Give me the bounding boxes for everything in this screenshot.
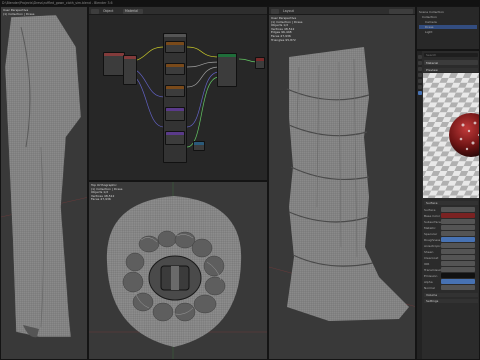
surface-header[interactable]: Surface (424, 201, 478, 205)
prop-value[interactable] (441, 207, 475, 212)
outliner-row[interactable]: Collection (419, 15, 477, 19)
prop-row[interactable]: Subsurface (424, 219, 475, 224)
prop-value[interactable] (441, 231, 475, 236)
preview-header[interactable]: Preview (424, 68, 478, 72)
preview-header-label: Preview (426, 68, 438, 73)
prop-row[interactable]: Anisotropic (424, 243, 475, 248)
tab-modifiers[interactable] (417, 79, 422, 83)
prop-value[interactable] (441, 219, 475, 224)
prop-value[interactable] (441, 225, 475, 230)
prop-label: Subsurface (424, 219, 441, 224)
color-ramp-node-2[interactable] (165, 63, 185, 75)
color-ramp-node-3[interactable] (165, 85, 185, 97)
prop-row[interactable]: Roughness (424, 237, 475, 242)
prop-label: Emission (424, 273, 438, 278)
prop-label: Alpha (424, 279, 433, 284)
small-math-node[interactable] (193, 141, 205, 151)
prop-label: Metallic (424, 225, 436, 230)
prop-value[interactable] (441, 279, 475, 284)
material-slot-bar[interactable]: Material (424, 60, 478, 65)
prop-row[interactable]: Base Color (424, 213, 475, 218)
window-title: D:\Blender\Projects\Dress\ruffled_gown_c… (2, 0, 113, 5)
tab-output[interactable] (417, 67, 422, 71)
prop-label: Surface (424, 207, 436, 212)
dress-side-mesh (269, 47, 415, 321)
prop-row[interactable]: Surface (424, 207, 475, 212)
material-preview (423, 73, 479, 198)
properties-search-placeholder: Search (426, 53, 437, 58)
settings-header[interactable]: Settings (424, 299, 478, 303)
prop-label: Base Color (424, 213, 441, 218)
tab-tool[interactable] (417, 55, 422, 59)
tab-physics[interactable] (417, 85, 422, 89)
dress-front-mesh (1, 14, 87, 338)
prop-label: IOR (424, 261, 430, 266)
tab-render[interactable] (417, 61, 422, 65)
prop-row[interactable]: Alpha (424, 279, 475, 284)
prop-row[interactable]: Clearcoat (424, 255, 475, 260)
prop-label: Anisotropic (424, 243, 441, 248)
shader-editor[interactable]: Object Material (88, 6, 268, 181)
principled-bsdf-node[interactable] (217, 53, 237, 87)
outliner-row[interactable]: Light (419, 30, 477, 34)
prop-row[interactable]: Normal (424, 285, 475, 290)
settings-header-label: Settings (426, 299, 439, 304)
prop-value[interactable] (441, 261, 475, 266)
texture-coordinate-node[interactable] (103, 52, 125, 76)
properties-editor[interactable]: Search Material Preview Surface Surface … (416, 50, 480, 360)
color-ramp-node-1[interactable] (165, 41, 185, 53)
bump-node[interactable] (165, 107, 185, 121)
material-slot-bar-label: Material (426, 60, 439, 65)
prop-value[interactable] (441, 213, 475, 218)
prop-label: Roughness (424, 237, 441, 242)
prop-row[interactable]: Sheen (424, 249, 475, 254)
volume-header-label: Volume (426, 293, 438, 298)
prop-value[interactable] (441, 249, 475, 254)
prop-row[interactable]: Specular (424, 231, 475, 236)
properties-search[interactable]: Search (424, 53, 478, 57)
normal-map-node[interactable] (165, 131, 185, 145)
surface-header-label: Surface (426, 201, 438, 206)
properties-tabs (417, 51, 422, 359)
prop-row[interactable]: Metallic (424, 225, 475, 230)
prop-value[interactable] (441, 285, 475, 290)
right-overlay-line-6: Triangles 95,872 (271, 37, 296, 42)
prop-label: Clearcoat (424, 255, 439, 260)
viewport-top[interactable]: Top Orthographic (1) Collection | Dress … (88, 181, 268, 360)
material-output-node[interactable] (255, 57, 265, 69)
prop-label: Specular (424, 231, 438, 236)
image-texture-node[interactable] (123, 55, 137, 85)
tab-material[interactable] (417, 91, 422, 95)
volume-header[interactable]: Volume (424, 293, 478, 297)
prop-value[interactable] (441, 243, 475, 248)
prop-value[interactable] (441, 267, 475, 272)
prop-value[interactable] (441, 255, 475, 260)
outliner-row[interactable]: Camera (419, 20, 477, 24)
outliner[interactable]: Scene Collection Collection Camera Dress… (416, 6, 480, 50)
viewport-front-collection: (1) Collection | Dress (3, 11, 35, 16)
prop-label: Sheen (424, 249, 434, 254)
outliner-row[interactable]: Scene Collection (419, 10, 477, 14)
prop-row[interactable]: IOR (424, 261, 475, 266)
viewport-right[interactable]: Layout User Perspective (1) Collection |… (268, 6, 416, 360)
prop-label: Normal (424, 285, 435, 290)
tab-object[interactable] (417, 73, 422, 77)
prop-row[interactable]: Emission (424, 273, 475, 278)
prop-value[interactable] (441, 273, 475, 278)
dress-top-mesh (89, 182, 267, 359)
viewport-front[interactable]: User Perspective (1) Collection | Dress (0, 6, 88, 360)
prop-value[interactable] (441, 237, 475, 242)
prop-row[interactable]: Transmission (424, 267, 475, 272)
top-overlay-line-4: Faces 47,936 (91, 197, 111, 202)
outliner-row-selected[interactable]: Dress (419, 25, 477, 29)
